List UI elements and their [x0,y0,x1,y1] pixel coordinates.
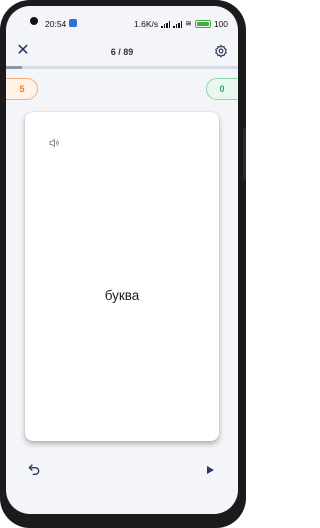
screen: 20:54 1.6K/s ≋ 100 ✕ 6 / 89 5 0 буква [6,6,238,514]
network-speed: 1.6K/s [134,19,159,29]
battery-icon [194,20,211,28]
undo-icon[interactable] [26,461,42,477]
phone-side-button [243,128,246,180]
gear-icon[interactable] [214,44,228,58]
status-bar: 20:54 1.6K/s ≋ 100 [6,6,238,29]
progress-label: 6 / 89 [110,47,134,57]
battery-level: 100 [213,19,228,29]
notification-app-icon [69,19,77,27]
still-learning-count: 5 [19,84,25,94]
flashcard[interactable]: буква [25,112,219,441]
still-learning-counter: 5 [6,78,38,100]
camera-cutout [30,17,38,25]
known-count: 0 [219,84,225,94]
status-indicators: 1.6K/s ≋ 100 [134,19,228,29]
progress-bar-fill [6,66,22,69]
known-counter: 0 [206,78,238,100]
speaker-icon[interactable] [48,136,60,148]
app-header: ✕ 6 / 89 [6,34,238,66]
status-time: 20:54 [45,19,67,29]
progress-bar [6,66,238,69]
signal-icon [161,20,171,28]
card-term: буква [104,288,140,303]
wifi-icon: ≋ [185,19,192,28]
play-icon[interactable] [204,463,216,475]
phone-frame: 20:54 1.6K/s ≋ 100 ✕ 6 / 89 5 0 буква [0,0,246,528]
signal-icon [173,20,183,28]
